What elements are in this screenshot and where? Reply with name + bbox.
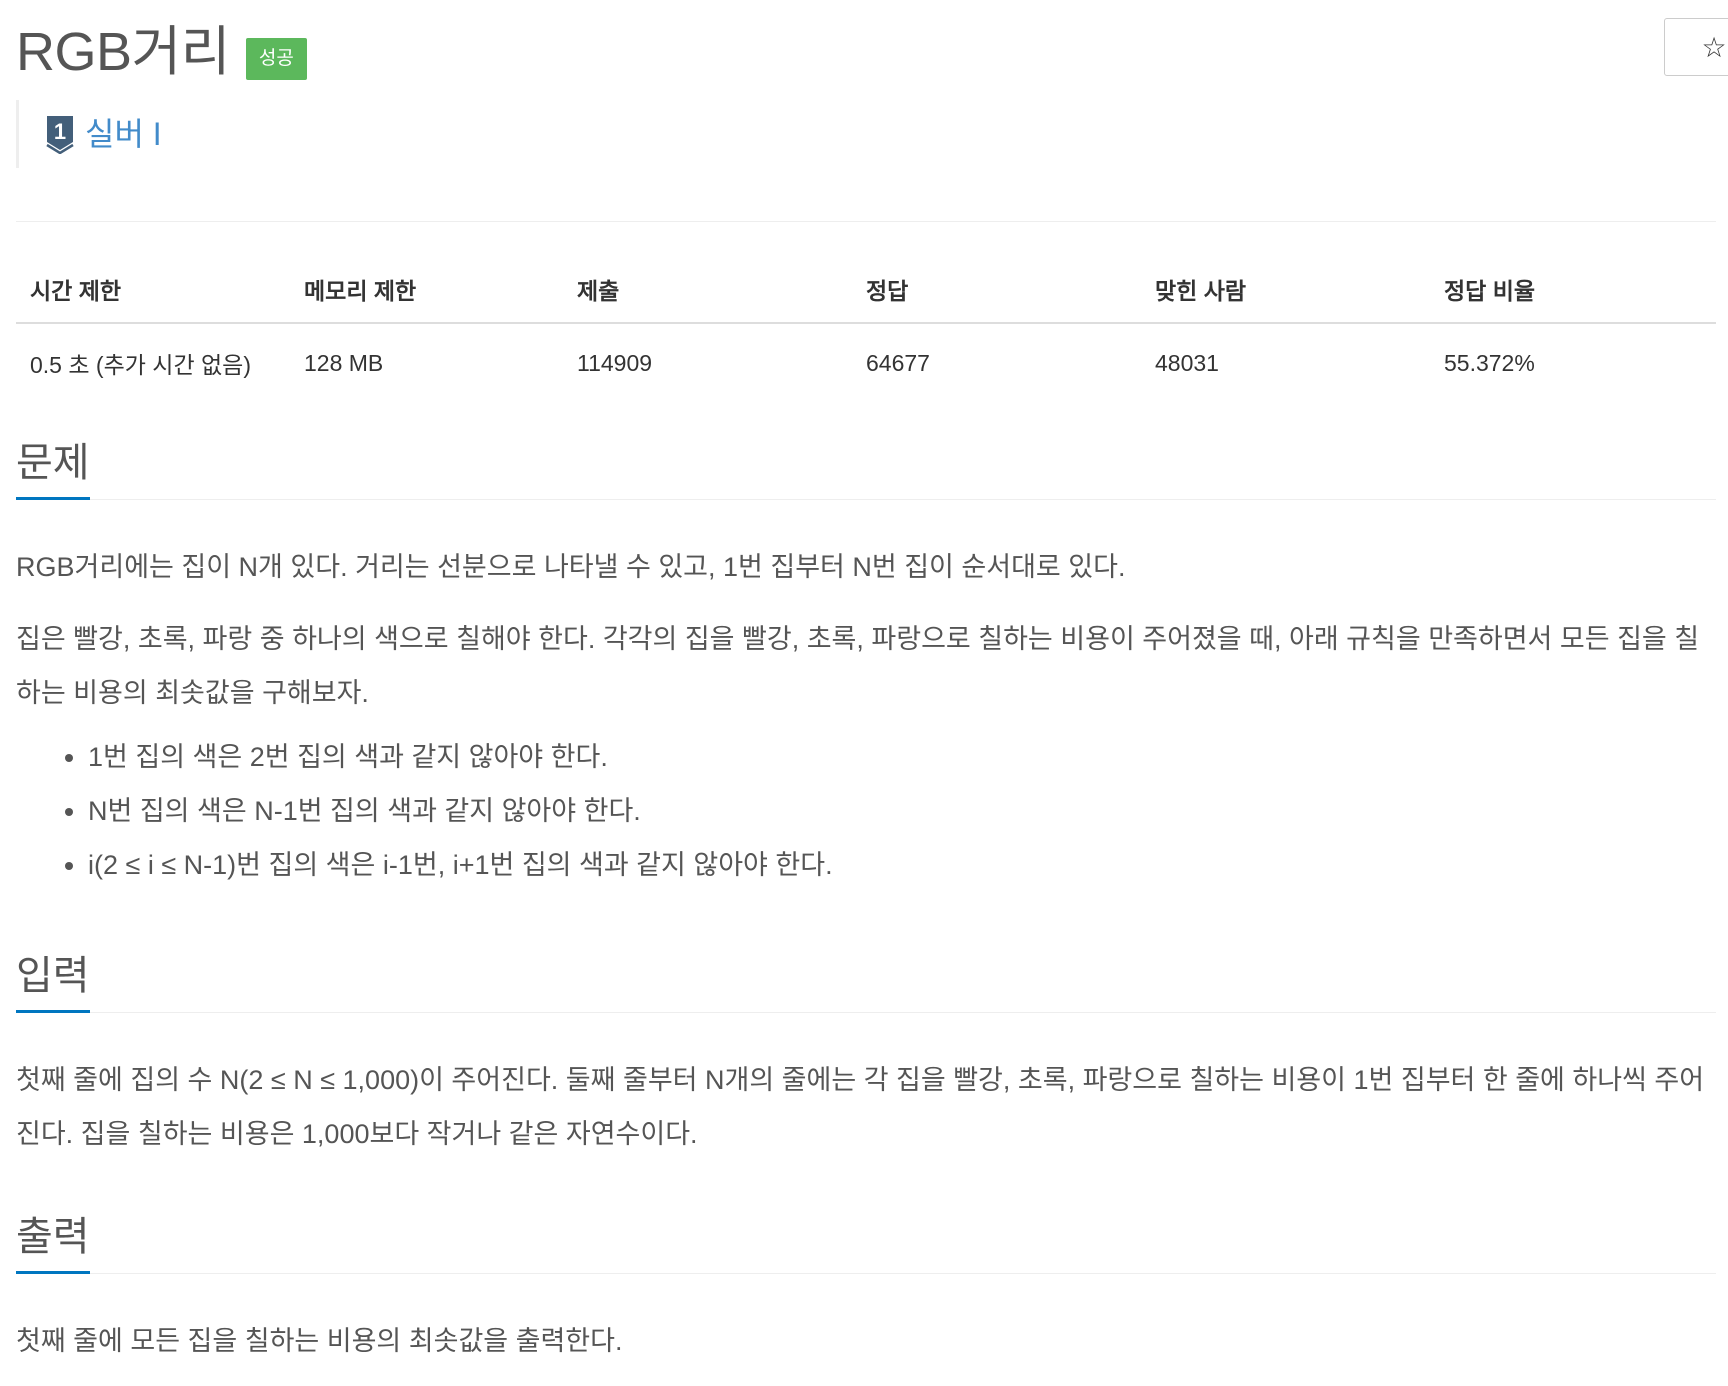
section-headline: 입력 xyxy=(16,948,1716,1013)
output-body: 첫째 줄에 모든 집을 칠하는 비용의 최솟값을 출력한다. xyxy=(16,1314,1716,1368)
section-headline: 출력 xyxy=(16,1209,1716,1274)
favorite-star-button[interactable]: ☆ xyxy=(1664,18,1728,76)
input-body: 첫째 줄에 집의 수 N(2 ≤ N ≤ 1,000)이 주어진다. 둘째 줄부… xyxy=(16,1053,1716,1161)
list-item: N번 집의 색은 N-1번 집의 색과 같지 않아야 한다. xyxy=(88,784,1716,838)
output-title: 출력 xyxy=(16,1209,90,1274)
tier-link[interactable]: 실버 I xyxy=(85,114,162,154)
header-memory-limit: 메모리 제한 xyxy=(290,258,563,324)
tier-block: 1 실버 I xyxy=(16,100,162,168)
header-time-limit: 시간 제한 xyxy=(16,258,290,324)
memory-limit-value: 128 MB xyxy=(304,349,384,376)
description-paragraph: 집은 빨강, 초록, 파랑 중 하나의 색으로 칠해야 한다. 각각의 집을 빨… xyxy=(16,624,1700,708)
divider xyxy=(16,221,1716,222)
list-item: i(2 ≤ i ≤ N-1)번 집의 색은 i-1번, i+1번 집의 색과 같… xyxy=(88,838,1716,892)
list-item: 1번 집의 색은 2번 집의 색과 같지 않아야 한다. xyxy=(88,730,1716,784)
title-row: RGB거리 성공 xyxy=(16,14,307,90)
input-section: 입력 첫째 줄에 집의 수 N(2 ≤ N ≤ 1,000)이 주어진다. 둘째… xyxy=(16,948,1716,1161)
header-accepted: 정답 xyxy=(852,258,1141,324)
header-solved-users: 맞힌 사람 xyxy=(1141,258,1430,324)
rules-list: 1번 집의 색은 2번 집의 색과 같지 않아야 한다. N번 집의 색은 N-… xyxy=(16,730,1716,892)
description-section: 문제 RGB거리에는 집이 N개 있다. 거리는 선분으로 나타낼 수 있고, … xyxy=(16,435,1716,892)
submissions-value: 114909 xyxy=(577,349,653,376)
output-text: 첫째 줄에 모든 집을 칠하는 비용의 최솟값을 출력한다. xyxy=(16,1326,623,1356)
star-icon: ☆ xyxy=(1701,31,1727,63)
input-title: 입력 xyxy=(16,948,90,1013)
result-badge[interactable]: 성공 xyxy=(245,38,307,80)
accepted-value: 64677 xyxy=(866,349,930,376)
tier-number: 1 xyxy=(54,119,66,144)
header-accept-ratio: 정답 비율 xyxy=(1430,258,1716,324)
header-submissions: 제출 xyxy=(563,258,852,324)
accept-ratio-value: 55.372% xyxy=(1444,349,1535,376)
time-limit-value: 0.5 초 (추가 시간 없음) xyxy=(30,352,251,378)
input-text: 첫째 줄에 집의 수 N(2 ≤ N ≤ 1,000)이 주어진다. 둘째 줄부… xyxy=(16,1065,1705,1149)
problem-info-table: 시간 제한 메모리 제한 제출 정답 맞힌 사람 정답 비율 0.5 초 (추가… xyxy=(16,258,1716,394)
problem-title: RGB거리 xyxy=(16,22,230,82)
section-headline: 문제 xyxy=(16,435,1716,500)
table-row: 0.5 초 (추가 시간 없음) 128 MB 114909 64677 480… xyxy=(16,323,1716,394)
description-body: RGB거리에는 집이 N개 있다. 거리는 선분으로 나타낼 수 있고, 1번 … xyxy=(16,540,1716,892)
description-paragraph: RGB거리에는 집이 N개 있다. 거리는 선분으로 나타낼 수 있고, 1번 … xyxy=(16,552,1126,582)
output-section: 출력 첫째 줄에 모든 집을 칠하는 비용의 최솟값을 출력한다. xyxy=(16,1209,1716,1368)
solved-users-value: 48031 xyxy=(1155,349,1219,376)
silver-tier-1-icon: 1 xyxy=(46,116,74,154)
table-header-row: 시간 제한 메모리 제한 제출 정답 맞힌 사람 정답 비율 xyxy=(16,258,1716,324)
description-title: 문제 xyxy=(16,435,90,500)
